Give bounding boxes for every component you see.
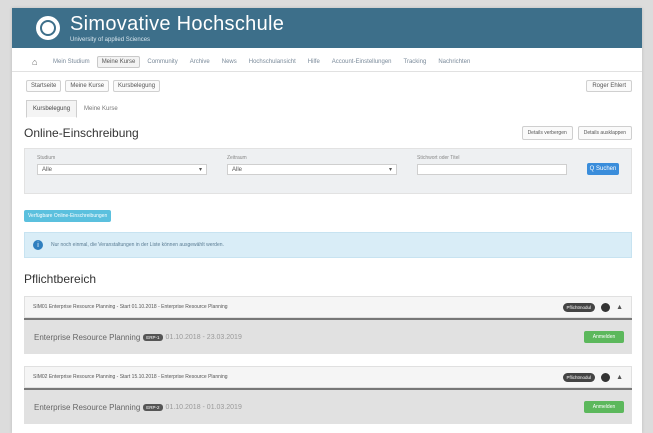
nav-item-account[interactable]: Account-Einstellungen — [327, 56, 397, 68]
breadcrumb-bar: Startseite Meine Kurse Kursbelegung Roge… — [12, 76, 642, 96]
logo-mark — [40, 20, 56, 36]
course-dates: 01.10.2018 - 01.03.2019 — [165, 403, 242, 411]
nav-item-mein-studium[interactable]: Mein Studium — [48, 56, 95, 68]
main-nav: ⌂ Mein Studium Meine Kurse Community Arc… — [12, 53, 642, 72]
app-subtitle: University of applied Sciences — [70, 37, 151, 43]
module-header[interactable]: SIM01 Enterprise Resource Planning - Sta… — [24, 296, 632, 318]
chevron-down-icon: ▾ — [388, 167, 392, 173]
expand-details-button[interactable]: Details ausklappen — [577, 126, 632, 140]
filter-zeitraum: Zeitraum Alle ▾ — [227, 155, 397, 175]
nav-item-hochschulansicht[interactable]: Hochschulansicht — [244, 56, 301, 68]
tab-meine-kurse[interactable]: Meine Kurse — [77, 100, 125, 118]
info-dot-icon[interactable] — [601, 372, 611, 382]
section-buttons: Details verbergen Details ausklappen — [517, 126, 632, 140]
module-badge: Pflichtmodul — [562, 302, 596, 312]
module-title: SIM02 Enterprise Resource Planning - Sta… — [33, 374, 228, 380]
search-button[interactable]: Q Suchen — [587, 163, 619, 175]
course-code-badge: ERP-1 — [143, 333, 163, 341]
course-dates: 01.10.2018 - 23.03.2019 — [165, 333, 242, 341]
course-title: Enterprise Resource Planning — [34, 332, 141, 342]
enroll-button[interactable]: Anmelden — [584, 331, 624, 343]
module-card: SIM01 Enterprise Resource Planning - Sta… — [24, 296, 632, 354]
course-title: Enterprise Resource Planning — [34, 402, 141, 412]
nav-item-nachrichten[interactable]: Nachrichten — [433, 56, 475, 68]
breadcrumb-meine-kurse[interactable]: Meine Kurse — [65, 80, 110, 92]
nav-item-news[interactable]: News — [217, 56, 242, 68]
module-title: SIM01 Enterprise Resource Planning - Sta… — [33, 304, 228, 310]
nav-item-tracking[interactable]: Tracking — [399, 56, 432, 68]
nav-item-meine-kurse[interactable]: Meine Kurse — [96, 56, 141, 68]
filter-zeitraum-label: Zeitraum — [227, 155, 247, 161]
studium-select-value: Alle — [42, 166, 53, 173]
filter-studium-label: Studium — [37, 155, 56, 161]
home-icon[interactable]: ⌂ — [32, 57, 42, 67]
keyword-input[interactable] — [417, 164, 567, 175]
module-controls: Pflichtmodul ▲ — [562, 372, 623, 382]
chevron-up-icon[interactable]: ▲ — [616, 374, 623, 381]
alert-text: Nur noch einmal, die Veranstaltungen in … — [51, 242, 224, 248]
zeitraum-select-value: Alle — [232, 166, 243, 173]
university-logo[interactable] — [36, 16, 60, 40]
module-header[interactable]: SIM02 Enterprise Resource Planning - Sta… — [24, 366, 632, 388]
course-code-badge: ERP-2 — [143, 403, 163, 411]
filter-panel: Studium Alle ▾ Zeitraum Alle ▾ Stichwort… — [24, 148, 632, 194]
chevron-up-icon[interactable]: ▲ — [616, 304, 623, 311]
title-wrap: Simovative Hochschule University of appl… — [70, 13, 284, 43]
chevron-down-icon: ▾ — [198, 167, 202, 173]
collapse-details-button[interactable]: Details verbergen — [521, 126, 573, 140]
module-body: Enterprise Resource Planning ERP-2 01.10… — [24, 388, 632, 424]
app-frame: Simovative Hochschule University of appl… — [12, 8, 642, 433]
info-icon: i — [33, 240, 43, 250]
tab-kursbelegung[interactable]: Kursbelegung — [26, 100, 78, 118]
nav-item-hilfe[interactable]: Hilfe — [303, 56, 325, 68]
module-body-left: Enterprise Resource Planning ERP-1 01.10… — [34, 333, 242, 342]
section-header: Online-Einschreibung Details verbergen D… — [12, 126, 642, 140]
enroll-button[interactable]: Anmelden — [584, 401, 624, 413]
user-menu-button[interactable]: Roger Ehlert — [586, 80, 632, 92]
app-title: Simovative Hochschule — [70, 13, 285, 35]
studium-select[interactable]: Alle ▾ — [37, 164, 207, 175]
module-card: SIM02 Enterprise Resource Planning - Sta… — [24, 366, 632, 424]
filter-keyword-label: Stichwort oder Titel — [417, 155, 460, 161]
breadcrumb: Startseite Meine Kurse Kursbelegung — [26, 80, 164, 92]
filter-keyword: Stichwort oder Titel — [417, 155, 567, 175]
filter-studium: Studium Alle ▾ — [37, 155, 207, 175]
tag-row: Verfügbare Online-Einschreibungen — [24, 204, 642, 222]
nav-item-archive[interactable]: Archive — [185, 56, 215, 68]
available-enrollments-tag[interactable]: Verfügbare Online-Einschreibungen — [24, 210, 112, 222]
module-body: Enterprise Resource Planning ERP-1 01.10… — [24, 318, 632, 354]
nav-item-community[interactable]: Community — [142, 56, 182, 68]
info-dot-icon[interactable] — [601, 302, 611, 312]
module-body-left: Enterprise Resource Planning ERP-2 01.10… — [34, 403, 242, 412]
app-header: Simovative Hochschule University of appl… — [12, 8, 642, 48]
module-badge: Pflichtmodul — [562, 372, 596, 382]
section-title: Online-Einschreibung — [24, 126, 139, 140]
breadcrumb-startseite[interactable]: Startseite — [26, 80, 62, 92]
module-controls: Pflichtmodul ▲ — [562, 302, 623, 312]
pflichtbereich-heading: Pflichtbereich — [24, 272, 97, 286]
info-alert: i Nur noch einmal, die Veranstaltungen i… — [24, 232, 632, 258]
breadcrumb-kursbelegung[interactable]: Kursbelegung — [113, 80, 161, 92]
tab-bar: Kursbelegung Meine Kurse — [12, 100, 642, 118]
zeitraum-select[interactable]: Alle ▾ — [227, 164, 397, 175]
